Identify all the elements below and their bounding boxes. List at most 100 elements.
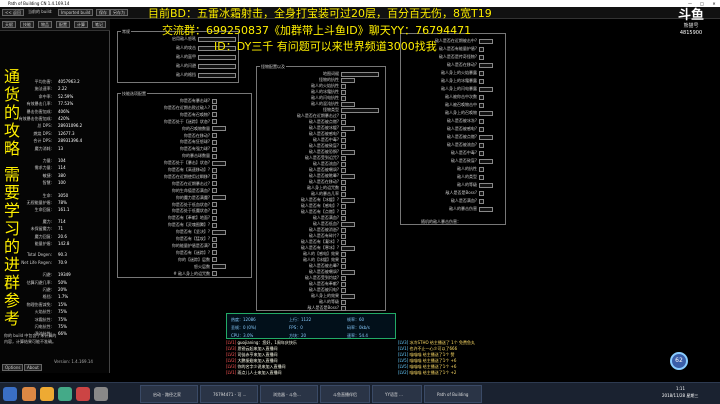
config-checkbox[interactable] xyxy=(479,94,484,100)
config-input[interactable] xyxy=(341,245,355,251)
config-checkbox[interactable] xyxy=(479,150,484,156)
config-checkbox[interactable] xyxy=(341,215,346,221)
tab-notes[interactable]: 笔记 xyxy=(92,21,106,28)
config-checkbox[interactable] xyxy=(341,113,346,119)
config-checkbox[interactable] xyxy=(212,105,217,111)
folder-icon[interactable] xyxy=(40,387,54,401)
config-checkbox[interactable] xyxy=(341,167,346,173)
config-checkbox[interactable] xyxy=(479,70,484,76)
config-checkbox[interactable] xyxy=(212,139,217,145)
config-checkbox[interactable] xyxy=(341,227,346,233)
config-input[interactable] xyxy=(341,149,355,155)
config-checkbox[interactable] xyxy=(212,188,217,194)
taskbar-item-4[interactable]: 斗鱼直播伴侣 xyxy=(320,385,370,403)
config-input[interactable] xyxy=(341,221,355,227)
config-checkbox[interactable] xyxy=(341,137,346,143)
config-checkbox[interactable] xyxy=(341,239,346,245)
config-checkbox[interactable] xyxy=(341,263,346,269)
config-checkbox[interactable] xyxy=(212,208,217,214)
config-checkbox[interactable] xyxy=(212,236,217,242)
config-checkbox[interactable] xyxy=(212,271,217,276)
config-checkbox[interactable] xyxy=(212,174,217,180)
maximize-button[interactable]: □ xyxy=(696,0,708,7)
config-checkbox[interactable] xyxy=(341,257,346,263)
config-checkbox[interactable] xyxy=(212,202,217,207)
config-input[interactable] xyxy=(198,54,236,60)
config-checkbox[interactable] xyxy=(341,305,346,311)
config-input[interactable] xyxy=(212,264,226,270)
config-checkbox[interactable] xyxy=(341,275,346,281)
close-button[interactable]: ✕ xyxy=(708,0,720,7)
config-checkbox[interactable] xyxy=(341,287,346,293)
config-checkbox[interactable] xyxy=(341,119,346,125)
config-checkbox[interactable] xyxy=(479,46,484,52)
tab-calcs[interactable]: 计算 xyxy=(74,21,88,28)
config-checkbox[interactable] xyxy=(341,203,346,209)
taskbar-item-6[interactable]: Path of Building xyxy=(424,385,482,403)
save-button[interactable]: 保存 xyxy=(96,9,110,16)
config-checkbox[interactable] xyxy=(212,153,217,159)
config-checkbox[interactable] xyxy=(341,191,346,197)
config-checkbox[interactable] xyxy=(479,126,484,132)
config-checkbox[interactable] xyxy=(479,174,484,180)
config-input[interactable] xyxy=(479,182,493,188)
tab-items[interactable]: 物品 xyxy=(38,21,52,28)
config-checkbox[interactable] xyxy=(479,166,484,172)
config-checkbox[interactable] xyxy=(479,142,484,148)
config-checkbox[interactable] xyxy=(479,198,484,204)
taskbar-item-3[interactable]: 浏览器 - 斗鱼... xyxy=(260,385,318,403)
config-checkbox[interactable] xyxy=(341,95,346,101)
taskbar-item-1[interactable]: 启动 - 路径之家 xyxy=(140,385,198,403)
config-checkbox[interactable] xyxy=(212,119,217,125)
about-button[interactable]: About xyxy=(24,364,42,371)
config-input[interactable] xyxy=(341,269,355,275)
config-checkbox[interactable] xyxy=(341,131,346,137)
config-checkbox[interactable] xyxy=(212,112,217,118)
tab-tree[interactable]: 天赋 xyxy=(2,21,16,28)
config-checkbox[interactable] xyxy=(341,155,346,161)
options-button[interactable]: Options xyxy=(2,364,24,371)
config-input[interactable] xyxy=(212,229,226,235)
minimize-button[interactable]: — xyxy=(684,0,696,7)
config-checkbox[interactable] xyxy=(341,179,346,185)
config-checkbox[interactable] xyxy=(341,233,346,239)
config-checkbox[interactable] xyxy=(479,102,484,108)
config-checkbox[interactable] xyxy=(212,167,217,173)
config-input[interactable] xyxy=(212,160,226,166)
config-input[interactable] xyxy=(341,125,355,131)
taskbar-item-5[interactable]: YY语音 ... xyxy=(372,385,422,403)
config-checkbox[interactable] xyxy=(341,209,346,215)
config-input[interactable] xyxy=(198,63,236,69)
config-checkbox[interactable] xyxy=(341,185,346,191)
config-input[interactable] xyxy=(479,110,493,116)
config-input[interactable] xyxy=(479,134,493,140)
config-input[interactable] xyxy=(479,62,493,68)
config-input[interactable] xyxy=(341,293,355,299)
save-as-button[interactable]: 另存为 xyxy=(110,9,128,16)
config-checkbox[interactable] xyxy=(341,83,346,89)
config-input[interactable] xyxy=(341,77,355,83)
config-input[interactable] xyxy=(341,71,379,77)
config-input[interactable] xyxy=(479,158,493,164)
config-checkbox[interactable] xyxy=(212,250,217,256)
config-checkbox[interactable] xyxy=(212,146,217,152)
config-checkbox[interactable] xyxy=(212,98,217,104)
config-checkbox[interactable] xyxy=(341,143,346,149)
tab-config[interactable]: 配置 xyxy=(56,21,70,28)
config-input[interactable] xyxy=(341,197,355,203)
taskbar-item-2[interactable]: 76794471 - 可 ... xyxy=(200,385,258,403)
media-icon[interactable] xyxy=(94,387,108,401)
start-icon[interactable] xyxy=(3,387,17,401)
config-input[interactable] xyxy=(341,101,355,107)
config-checkbox[interactable] xyxy=(212,243,217,249)
config-checkbox[interactable] xyxy=(341,161,346,167)
config-input[interactable] xyxy=(479,38,493,44)
config-checkbox[interactable] xyxy=(212,181,217,187)
config-input[interactable] xyxy=(479,206,493,212)
config-checkbox[interactable] xyxy=(341,251,346,257)
config-input[interactable] xyxy=(212,126,226,132)
config-checkbox[interactable] xyxy=(212,222,217,228)
config-input[interactable] xyxy=(479,86,493,92)
config-checkbox[interactable] xyxy=(341,299,346,305)
back-button[interactable]: << 返回 xyxy=(2,9,24,16)
